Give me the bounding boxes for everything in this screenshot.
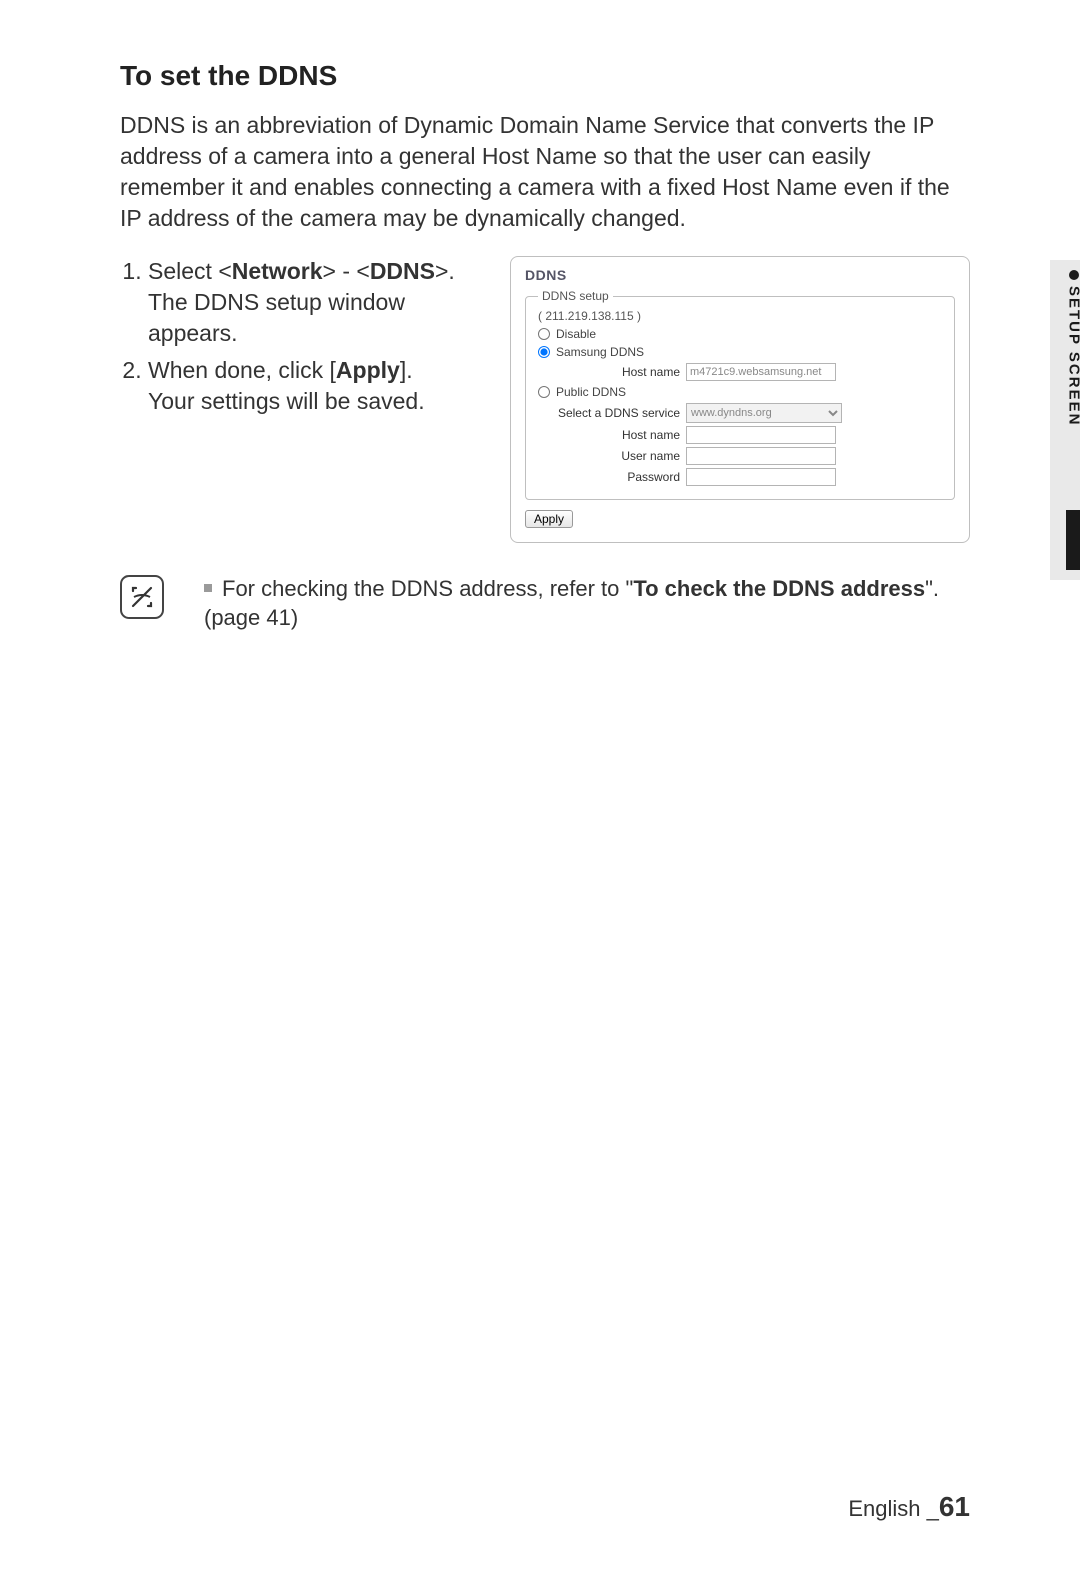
steps-list: Select <Network> - <DDNS>. The DDNS setu…	[120, 256, 470, 417]
service-label: Select a DDNS service	[552, 406, 680, 420]
step-2: When done, click [Apply]. Your settings …	[148, 355, 470, 417]
side-tab-dot-icon	[1069, 270, 1079, 280]
ddns-panel: DDNS DDNS setup ( 211.219.138.115 ) Disa…	[510, 256, 970, 543]
radio-public[interactable]	[538, 386, 550, 398]
step2-sub: Your settings will be saved.	[148, 388, 425, 414]
service-select[interactable]: www.dyndns.org	[686, 403, 842, 423]
radio-samsung[interactable]	[538, 346, 550, 358]
step1-sub: The DDNS setup window appears.	[148, 289, 405, 346]
page-footer: English _61	[848, 1491, 970, 1523]
samsung-host-input[interactable]	[686, 363, 836, 381]
public-host-label: Host name	[552, 428, 680, 442]
apply-button[interactable]: Apply	[525, 510, 573, 528]
footer-page-number: 61	[939, 1491, 970, 1522]
radio-public-label: Public DDNS	[556, 385, 626, 399]
step1-kw-network: Network	[232, 258, 323, 284]
public-host-input[interactable]	[686, 426, 836, 444]
password-input[interactable]	[686, 468, 836, 486]
step2-kw-apply: Apply	[336, 357, 400, 383]
note-bold: To check the DDNS address	[633, 576, 925, 601]
bullet-icon	[204, 584, 212, 592]
radio-disable[interactable]	[538, 328, 550, 340]
note-icon	[120, 575, 164, 619]
ip-address: ( 211.219.138.115 )	[538, 309, 942, 323]
ddns-setup-fieldset: DDNS setup ( 211.219.138.115 ) Disable S…	[525, 289, 955, 500]
samsung-host-label: Host name	[552, 365, 680, 379]
radio-samsung-label: Samsung DDNS	[556, 345, 644, 359]
note-text: For checking the DDNS address, refer to …	[204, 575, 970, 632]
user-label: User name	[552, 449, 680, 463]
side-tab-marker	[1066, 510, 1080, 570]
page-title: To set the DDNS	[120, 60, 970, 92]
step-1: Select <Network> - <DDNS>. The DDNS setu…	[148, 256, 470, 349]
user-input[interactable]	[686, 447, 836, 465]
footer-lang: English _	[848, 1496, 939, 1521]
fieldset-legend: DDNS setup	[538, 289, 613, 303]
radio-disable-label: Disable	[556, 327, 596, 341]
step1-text: Select <	[148, 258, 232, 284]
intro-paragraph: DDNS is an abbreviation of Dynamic Domai…	[120, 110, 970, 234]
side-tab-label: SETUP SCREEN	[1066, 286, 1080, 426]
password-label: Password	[552, 470, 680, 484]
panel-title: DDNS	[525, 267, 955, 283]
step1-kw-ddns: DDNS	[370, 258, 435, 284]
